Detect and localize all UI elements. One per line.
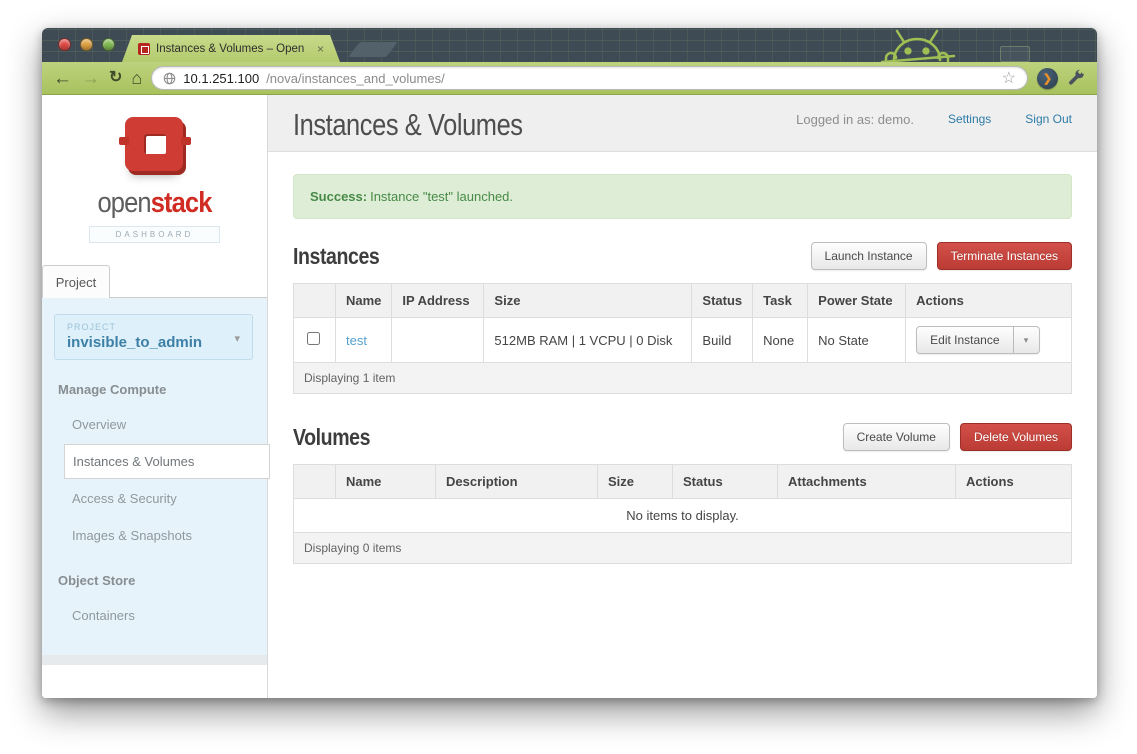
page-title: Instances & Volumes [293,107,523,143]
col-actions: Actions [956,465,1072,499]
sidebar-panel: PROJECT invisible_to_admin ▾ Manage Comp… [42,297,267,655]
select-all-header [294,465,336,499]
project-selector-label: PROJECT [67,322,240,332]
page-content: openstack DASHBOARD Project PROJECT invi… [42,95,1097,698]
new-tab-button[interactable] [348,42,398,57]
launch-instance-button[interactable]: Launch Instance [811,242,927,270]
browser-tab[interactable]: Instances & Volumes – Open × [122,35,340,62]
zoom-window-button[interactable] [102,38,115,51]
col-status: Status [692,284,753,318]
globe-icon [163,72,176,85]
instance-task-cell: None [753,318,808,363]
sidebar-panel-edge [42,655,267,665]
reload-icon[interactable]: ↻ [109,70,122,86]
table-row: test 512MB RAM | 1 VCPU | 0 Disk Build N… [294,318,1072,363]
instance-power-cell: No State [808,318,906,363]
chevron-down-icon: ▾ [234,332,240,345]
col-ip-address: IP Address [392,284,484,318]
col-actions: Actions [906,284,1072,318]
nav-heading-manage-compute: Manage Compute [42,364,267,405]
row-checkbox[interactable] [307,332,320,345]
home-icon[interactable]: ⌂ [131,69,142,87]
sign-out-link[interactable]: Sign Out [1025,112,1072,151]
url-host: 10.1.251.100 [183,71,259,86]
alert-prefix: Success: [310,189,367,204]
page-header: Instances & Volumes Logged in as: demo. … [268,95,1097,152]
circuit-chip-decoration [1000,46,1030,62]
tab-project[interactable]: Project [42,265,110,298]
browser-toolbar: ← → ↻ ⌂ 10.1.251.100/nova/instances_and_… [42,62,1097,95]
col-task: Task [753,284,808,318]
project-selector[interactable]: PROJECT invisible_to_admin ▾ [54,314,253,360]
project-selector-value: invisible_to_admin [67,334,240,351]
col-status: Status [673,465,778,499]
openstack-logo: openstack DASHBOARD [42,95,267,243]
edit-instance-button[interactable]: Edit Instance [916,326,1013,354]
chevron-down-icon: ▾ [1024,335,1029,345]
delete-volumes-button[interactable]: Delete Volumes [960,423,1072,451]
tab-close-icon[interactable]: × [317,43,324,55]
volumes-empty-message: No items to display. [294,499,1072,533]
col-size: Size [484,284,692,318]
col-power-state: Power State [808,284,906,318]
terminate-instances-button[interactable]: Terminate Instances [937,242,1072,270]
url-path: /nova/instances_and_volumes/ [266,71,445,86]
forward-icon[interactable]: → [81,69,100,88]
bookmark-star-icon[interactable]: ☆ [1002,68,1016,88]
nav-heading-object-store: Object Store [42,555,267,596]
window-controls [58,38,115,51]
sidebar-item-containers[interactable]: Containers [64,598,267,633]
edit-instance-split-button: Edit Instance ▾ [916,326,1039,354]
instance-name-link[interactable]: test [346,333,367,348]
sidebar-item-instances-volumes[interactable]: Instances & Volumes [64,444,270,479]
instance-ip-cell [392,318,484,363]
android-robot-decoration [862,28,972,62]
wrench-menu-icon[interactable] [1067,69,1086,88]
col-description: Description [436,465,598,499]
openstack-favicon-icon [138,43,150,55]
volumes-table-footer: Displaying 0 items [294,533,1072,564]
select-all-header [294,284,336,318]
extension-icon[interactable]: ❯ [1037,68,1058,89]
openstack-wordmark: openstack [56,187,254,220]
dashboard-label: DASHBOARD [89,226,221,243]
sidebar-item-access-security[interactable]: Access & Security [64,481,267,516]
edit-instance-dropdown-button[interactable]: ▾ [1014,326,1040,354]
volumes-section-title: Volumes [293,424,370,451]
main-area: Instances & Volumes Logged in as: demo. … [267,95,1097,698]
browser-tab-strip: Instances & Volumes – Open × [42,28,1097,62]
close-window-button[interactable] [58,38,71,51]
minimize-window-button[interactable] [80,38,93,51]
settings-link[interactable]: Settings [948,112,991,151]
logged-in-text: Logged in as: demo. [796,112,914,151]
instance-status-cell: Build [692,318,753,363]
alert-message: Instance "test" launched. [370,189,513,204]
col-size: Size [598,465,673,499]
col-attachments: Attachments [778,465,956,499]
browser-window: Instances & Volumes – Open × ← → ↻ ⌂ 10.… [42,28,1097,698]
instances-section-title: Instances [293,243,379,270]
instance-size-cell: 512MB RAM | 1 VCPU | 0 Disk [484,318,692,363]
tab-title: Instances & Volumes – Open [156,43,311,55]
col-name: Name [336,465,436,499]
create-volume-button[interactable]: Create Volume [843,423,950,451]
sidebar-item-overview[interactable]: Overview [64,407,267,442]
back-icon[interactable]: ← [53,69,72,88]
address-bar[interactable]: 10.1.251.100/nova/instances_and_volumes/… [151,66,1028,90]
instances-table-footer: Displaying 1 item [294,363,1072,394]
col-name: Name [336,284,392,318]
sidebar-item-images-snapshots[interactable]: Images & Snapshots [64,518,267,553]
success-alert: Success:Instance "test" launched. [293,174,1072,219]
sidebar: openstack DASHBOARD Project PROJECT invi… [42,95,267,698]
instances-table: Name IP Address Size Status Task Power S… [293,283,1072,394]
openstack-cube-icon [119,115,191,181]
volumes-table: Name Description Size Status Attachments… [293,464,1072,564]
